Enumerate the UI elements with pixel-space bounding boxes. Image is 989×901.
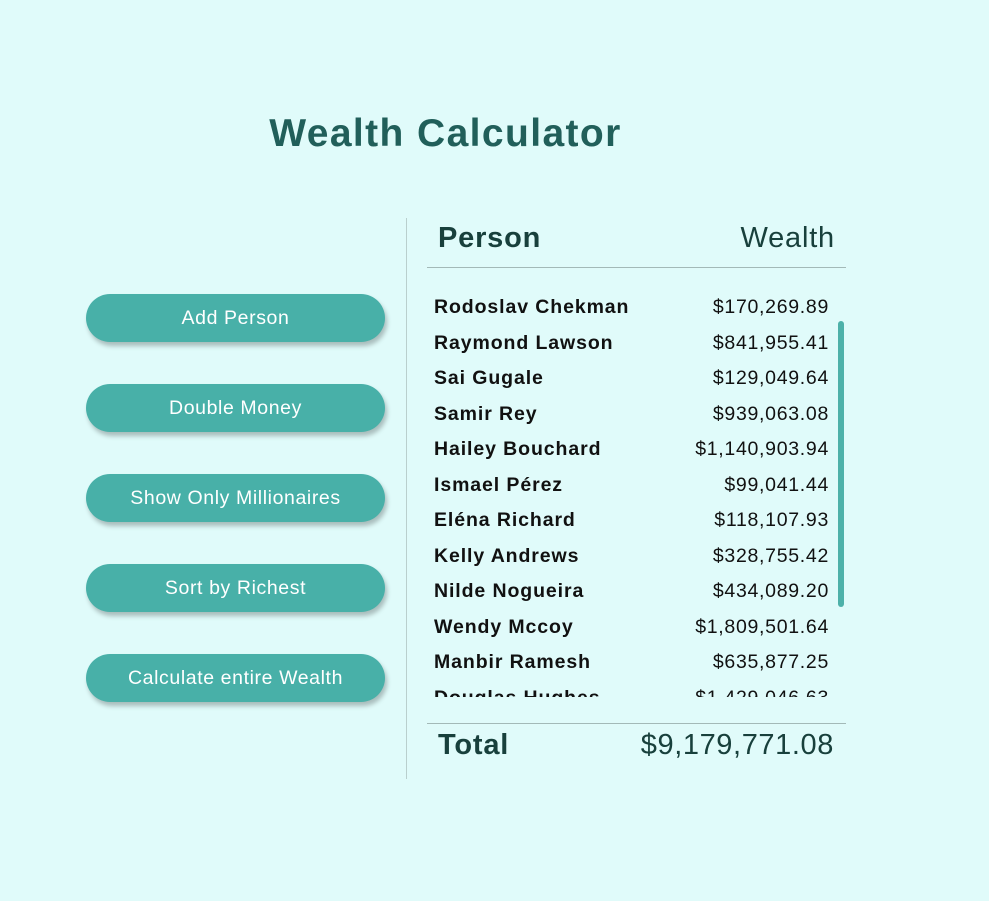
person-name: Kelly Andrews (434, 544, 580, 567)
vertical-divider (406, 218, 407, 779)
person-wealth: $841,955.41 (712, 331, 829, 354)
person-row: Hailey Bouchard $1,140,903.94 (434, 432, 829, 468)
person-name: Ismael Pérez (434, 473, 563, 496)
person-name: Hailey Bouchard (434, 438, 602, 461)
person-row: Samir Rey $939,063.08 (434, 397, 829, 433)
show-millionaires-button[interactable]: Show Only Millionaires (86, 474, 385, 522)
person-row: Raymond Lawson $841,955.41 (434, 326, 829, 362)
person-wealth: $1,429,046.63 (695, 687, 829, 697)
total-divider (427, 723, 846, 724)
total-value: $9,179,771.08 (640, 729, 834, 761)
person-wealth: $99,041.44 (724, 473, 829, 496)
total-label: Total (438, 729, 510, 761)
person-row: Kelly Andrews $328,755.42 (434, 539, 829, 575)
person-wealth: $635,877.25 (712, 651, 829, 674)
person-name: Douglas Hughes (434, 687, 600, 697)
double-money-button[interactable]: Double Money (86, 384, 385, 432)
person-name: Eléna Richard (434, 509, 576, 532)
person-wealth: $939,063.08 (712, 402, 829, 425)
header-divider (427, 267, 846, 268)
person-row: Rodoslav Chekman $170,269.89 (434, 290, 829, 326)
calculate-wealth-button[interactable]: Calculate entire Wealth (86, 654, 385, 702)
person-wealth: $328,755.42 (712, 544, 829, 567)
person-wealth: $170,269.89 (712, 296, 829, 319)
person-name: Nilde Nogueira (434, 580, 585, 603)
wealth-list[interactable]: Rodoslav Chekman $170,269.89 Raymond Lawso… (434, 290, 829, 697)
list-scrollbar[interactable] (838, 321, 844, 607)
person-row: Wendy Mccoy $1,809,501.64 (434, 610, 829, 646)
person-name: Rodoslav Chekman (434, 296, 630, 319)
add-person-button[interactable]: Add Person (86, 294, 385, 342)
person-row: Douglas Hughes $1,429,046.63 (434, 681, 829, 697)
wealth-column-header: Wealth (740, 222, 835, 254)
person-name: Wendy Mccoy (434, 615, 574, 638)
person-row: Manbir Ramesh $635,877.25 (434, 645, 829, 681)
person-name: Manbir Ramesh (434, 651, 591, 674)
person-wealth: $118,107.93 (714, 509, 829, 532)
person-wealth: $1,809,501.64 (695, 615, 829, 638)
sort-richest-button[interactable]: Sort by Richest (86, 564, 385, 612)
person-wealth: $434,089.20 (712, 580, 829, 603)
person-wealth: $129,049.64 (712, 367, 829, 390)
person-row: Nilde Nogueira $434,089.20 (434, 574, 829, 610)
page-title: Wealth Calculator (269, 112, 622, 155)
person-column-header: Person (438, 222, 542, 254)
person-wealth: $1,140,903.94 (695, 438, 829, 461)
person-row: Ismael Pérez $99,041.44 (434, 468, 829, 504)
person-name: Samir Rey (434, 402, 538, 425)
person-row: Sai Gugale $129,049.64 (434, 361, 829, 397)
person-name: Raymond Lawson (434, 331, 614, 354)
person-name: Sai Gugale (434, 367, 544, 390)
person-row: Eléna Richard $118,107.93 (434, 503, 829, 539)
